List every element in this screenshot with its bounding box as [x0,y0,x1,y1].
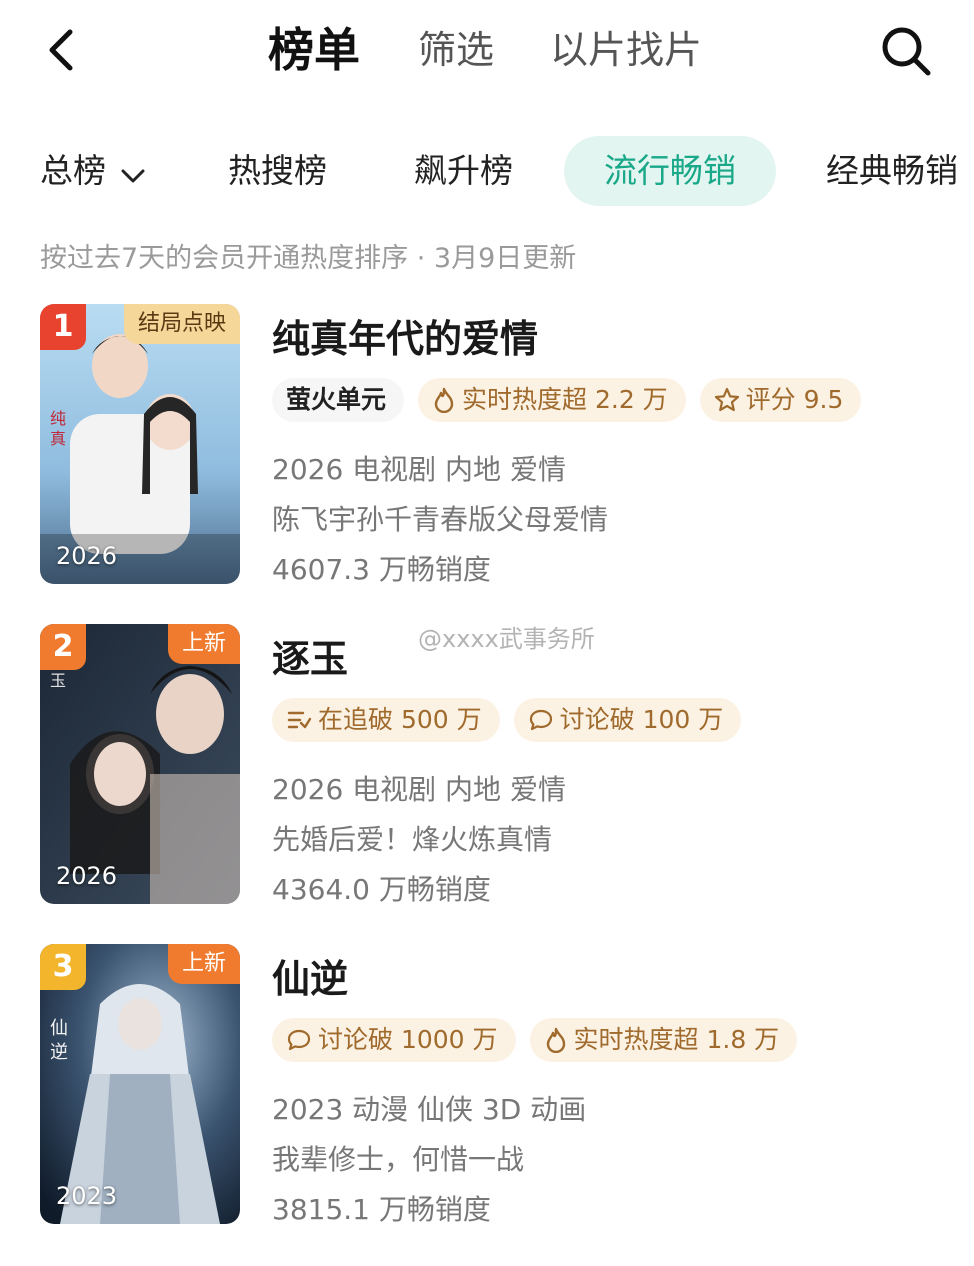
svg-text:真: 真 [50,429,66,448]
rank-badge: 1 [40,304,86,350]
tag-heat: 实时热度超 2.2 万 [418,378,686,422]
tag-label: 实时热度超 1.8 万 [573,1025,780,1054]
tab-overall[interactable]: 总榜 [40,136,146,206]
rank-badge: 3 [40,944,86,990]
search-icon [882,27,931,76]
top-bar: 榜单 筛选 以片找片 [0,0,974,100]
ranking-item[interactable]: 纯 真 1 结局点映 2026 纯真年代的爱情 萤火单元 实时热度超 2.2 万… [40,304,970,586]
status-badge: 结局点映 [123,304,240,344]
item-description: 陈飞宇孙千青春版父母爱情 [272,503,609,536]
svg-text:玉: 玉 [50,671,66,690]
update-note: 按过去7天的会员开通热度排序 · 3月9日更新 [40,243,577,274]
tag-label: 讨论破 1000 万 [318,1025,498,1054]
item-info: 2026 电视剧 内地 爱情 [272,453,566,486]
chat-bubble-icon [287,1029,311,1051]
item-description: 先婚后爱！烽火炼真情 [272,823,553,856]
chat-bubble-icon [529,709,552,731]
tab-hot-search[interactable]: 热搜榜 [228,136,327,206]
ranking-item[interactable]: 逐 玉 2 上新 2026 逐玉 在追破 500 万 讨论破 100 万 202… [40,624,970,906]
tag-row: 在追破 500 万 讨论破 100 万 [272,698,742,742]
ranking-item[interactable]: 仙 逆 3 上新 2023 仙逆 讨论破 1000 万 实时热度超 1.8 万 … [40,944,970,1226]
star-icon [714,387,739,412]
rank-badge: 2 [40,624,86,670]
chevron-left-icon [49,29,73,71]
flame-icon [434,387,454,413]
tag-label: 评分 9.5 [745,385,844,414]
tab-rising[interactable]: 飙升榜 [414,136,513,206]
tag-label: 萤火单元 [286,385,387,414]
category-tabs: 总榜 热搜榜 飙升榜 流行畅销 经典畅销 [0,136,974,206]
tag-following: 在追破 500 万 [272,698,500,742]
tag-row: 讨论破 1000 万 实时热度超 1.8 万 [272,1018,798,1062]
tab-classic-sales[interactable]: 经典畅销 [826,136,958,206]
tab-popular-sales[interactable]: 流行畅销 [564,136,776,206]
item-info: 2026 电视剧 内地 爱情 [272,773,566,806]
svg-text:仙: 仙 [50,1018,68,1039]
tag-label: 讨论破 100 万 [559,705,724,734]
tag-row: 萤火单元 实时热度超 2.2 万 评分 9.5 [272,378,862,422]
tab-ranking[interactable]: 榜单 [268,20,360,80]
status-badge: 上新 [167,944,240,984]
svg-text:逆: 逆 [50,1042,68,1063]
tag-discussion: 讨论破 1000 万 [272,1018,516,1062]
poster-year: 2023 [56,1182,118,1210]
search-button[interactable] [876,22,936,80]
tab-overall-label: 总榜 [40,151,106,190]
poster-year: 2026 [56,862,118,890]
tag-label: 实时热度超 2.2 万 [462,385,668,414]
poster-image[interactable]: 仙 逆 3 上新 2023 [40,944,240,1224]
poster-year: 2026 [56,542,118,570]
poster-image[interactable]: 纯 真 1 结局点映 2026 [40,304,240,584]
flame-icon [546,1027,565,1053]
item-title[interactable]: 纯真年代的爱情 [272,308,538,363]
status-badge: 上新 [167,624,240,664]
chevron-down-icon [120,138,146,208]
tag-discussion: 讨论破 100 万 [513,698,742,742]
item-info: 2023 动漫 仙侠 3D 动画 [272,1093,587,1126]
item-title[interactable]: 逐玉 [272,628,348,683]
tab-filter[interactable]: 筛选 [418,24,494,76]
item-description: 我辈修士，何惜一战 [272,1143,525,1176]
poster-image[interactable]: 逐 玉 2 上新 2026 [40,624,240,904]
tag-firefly-unit: 萤火单元 [272,378,405,422]
tab-find-by-clip[interactable]: 以片找片 [550,24,702,76]
svg-text:纯: 纯 [50,409,66,428]
tag-label: 在追破 500 万 [318,705,482,734]
item-sales: 4364.0 万畅销度 [272,873,491,906]
tag-heat: 实时热度超 1.8 万 [529,1018,798,1062]
item-sales: 3815.1 万畅销度 [272,1193,491,1226]
back-button[interactable] [36,22,86,78]
list-icon [287,711,312,729]
item-title[interactable]: 仙逆 [272,948,348,1003]
item-sales: 4607.3 万畅销度 [272,553,491,586]
tag-rating: 评分 9.5 [699,378,862,422]
